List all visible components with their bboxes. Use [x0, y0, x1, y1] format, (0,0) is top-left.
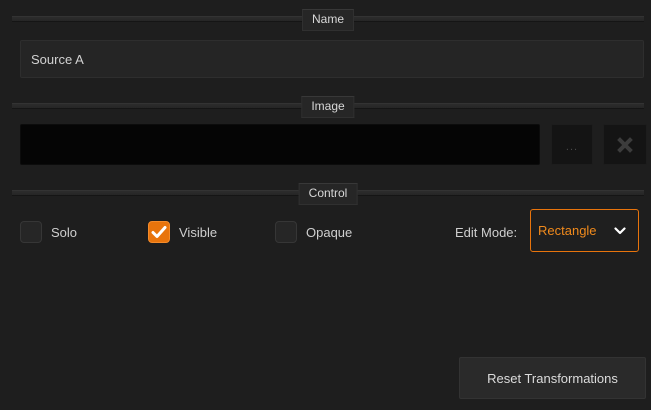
checkmark-icon [151, 226, 167, 238]
visible-checkbox[interactable] [148, 221, 170, 243]
reset-transformations-button[interactable]: Reset Transformations [459, 357, 646, 399]
visible-checkbox-option[interactable]: Visible [148, 219, 217, 245]
browse-image-button[interactable]: ... [551, 124, 593, 165]
solo-checkbox[interactable] [20, 221, 42, 243]
chevron-down-icon [608, 226, 632, 235]
opaque-checkbox[interactable] [275, 221, 297, 243]
solo-label: Solo [51, 224, 78, 240]
edit-mode-dropdown[interactable]: Rectangle [530, 209, 639, 252]
name-section-header: Name [12, 7, 644, 31]
control-section-label: Control [298, 183, 358, 205]
opaque-label: Opaque [306, 224, 353, 240]
edit-mode-label: Edit Mode: [455, 225, 518, 240]
control-section-header: Control [12, 181, 644, 205]
close-icon [617, 136, 633, 153]
image-section-label: Image [301, 96, 355, 118]
name-section-label: Name [301, 9, 355, 31]
solo-checkbox-option[interactable]: Solo [20, 219, 77, 245]
opaque-checkbox-option[interactable]: Opaque [275, 219, 352, 245]
browse-button-label: ... [565, 140, 579, 153]
source-properties-panel: Name Image ... Control Solo Visible Opaq… [0, 0, 651, 410]
visible-label: Visible [179, 224, 218, 240]
clear-image-button[interactable] [603, 124, 647, 165]
image-path-field[interactable] [20, 124, 540, 165]
name-field[interactable] [20, 40, 644, 78]
image-section-header: Image [12, 94, 644, 118]
edit-mode-value: Rectangle [538, 223, 597, 238]
